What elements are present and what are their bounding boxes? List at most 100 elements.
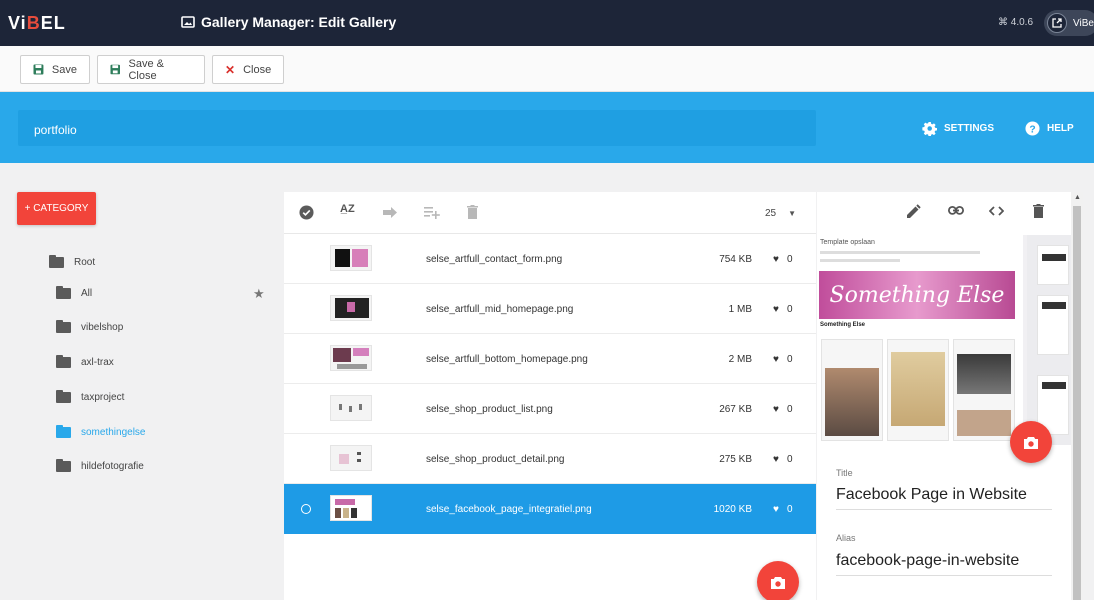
sidebar-item-label: vibelshop bbox=[81, 322, 124, 333]
table-row-selected[interactable]: selse_facebook_page_integratiel.png 1020… bbox=[284, 484, 816, 534]
alias-field[interactable]: facebook-page-in-website bbox=[836, 552, 1052, 576]
likes-count: 0 bbox=[786, 254, 793, 265]
sidebar-item-label: Root bbox=[74, 257, 96, 268]
table-row[interactable]: selse_artfull_contact_form.png 754 KB ♥ 0 bbox=[284, 234, 816, 284]
image-preview: Template opslaan Something Else Somethin… bbox=[817, 235, 1071, 445]
sort-az-icon[interactable]: A̲Z bbox=[340, 203, 355, 215]
upload-photo-button[interactable] bbox=[757, 561, 799, 600]
help-icon: ? bbox=[1025, 121, 1040, 136]
image-thumbnail bbox=[330, 295, 372, 321]
logo[interactable]: ViBEL bbox=[8, 13, 66, 34]
heart-icon: ♥ bbox=[773, 454, 779, 465]
image-thumbnail bbox=[330, 495, 372, 521]
link-icon[interactable] bbox=[948, 206, 964, 215]
preview-banner: Something Else bbox=[819, 271, 1015, 319]
delete-icon[interactable] bbox=[1033, 204, 1044, 218]
per-page-value: 25 bbox=[765, 208, 777, 219]
folder-icon bbox=[56, 286, 71, 299]
code-icon[interactable] bbox=[989, 206, 1004, 216]
image-list-panel: A̲Z 25 ▼ selse_artfull_contact_form.png 7… bbox=[284, 192, 816, 600]
close-button[interactable]: ✕ Close bbox=[212, 55, 284, 84]
sidebar-item-vibelshop[interactable]: vibelshop bbox=[56, 320, 124, 333]
likes-count: 0 bbox=[786, 504, 793, 515]
replace-photo-button[interactable] bbox=[1010, 421, 1052, 463]
table-row[interactable]: selse_shop_product_detail.png 275 KB ♥ 0 bbox=[284, 434, 816, 484]
playlist-add-icon[interactable] bbox=[424, 206, 440, 219]
delete-icon[interactable] bbox=[467, 205, 478, 219]
svg-text:?: ? bbox=[1029, 124, 1035, 135]
file-name: selse_facebook_page_integratiel.png bbox=[426, 504, 592, 515]
image-thumbnail bbox=[330, 245, 372, 271]
version-label: ⌘ 4.0.6 bbox=[998, 17, 1034, 28]
file-name: selse_artfull_mid_homepage.png bbox=[426, 304, 574, 315]
settings-button[interactable]: SETTINGS bbox=[922, 121, 994, 136]
sidebar-item-hildefotografie[interactable]: hildefotografie bbox=[56, 459, 144, 472]
folder-icon bbox=[56, 320, 71, 333]
title-label: Title bbox=[836, 468, 853, 478]
floppy-icon bbox=[110, 64, 121, 75]
file-size: 267 KB bbox=[719, 404, 752, 415]
check-circle-icon[interactable] bbox=[299, 205, 314, 220]
preview-banner-text: Something Else bbox=[829, 282, 1005, 308]
help-label: HELP bbox=[1047, 123, 1074, 134]
save-close-button[interactable]: Save & Close bbox=[97, 55, 205, 84]
likes: ♥ 0 bbox=[773, 304, 793, 315]
title-field[interactable]: Facebook Page in Website bbox=[836, 486, 1052, 510]
folder-icon bbox=[49, 255, 64, 268]
sidebar-item-axl-trax[interactable]: axl-trax bbox=[56, 355, 114, 368]
heart-icon: ♥ bbox=[773, 254, 779, 265]
external-link-icon bbox=[1047, 13, 1067, 33]
close-label: Close bbox=[243, 63, 272, 76]
per-page-select[interactable]: 25 ▼ bbox=[765, 208, 796, 219]
likes-count: 0 bbox=[786, 454, 793, 465]
add-category-button[interactable]: + CATEGORY bbox=[17, 192, 96, 225]
scrollbar[interactable]: ▲ bbox=[1071, 192, 1083, 600]
camera-icon bbox=[1024, 436, 1038, 449]
scroll-up-icon[interactable]: ▲ bbox=[1074, 194, 1081, 201]
edit-icon[interactable] bbox=[907, 204, 921, 218]
sidebar-item-label: taxproject bbox=[81, 392, 125, 403]
camera-icon bbox=[771, 576, 785, 589]
heart-icon: ♥ bbox=[773, 404, 779, 415]
move-icon[interactable] bbox=[383, 207, 397, 218]
table-row[interactable]: selse_artfull_bottom_homepage.png 2 MB ♥… bbox=[284, 334, 816, 384]
row-select-radio[interactable] bbox=[301, 504, 311, 514]
user-name: ViBel bbox=[1073, 17, 1094, 29]
heart-icon: ♥ bbox=[773, 304, 779, 315]
folder-icon bbox=[56, 459, 71, 472]
likes-count: 0 bbox=[786, 304, 793, 315]
sidebar-item-label: All bbox=[81, 288, 93, 299]
likes: ♥ 0 bbox=[773, 354, 793, 365]
gallery-name-input[interactable]: portfolio bbox=[18, 110, 816, 146]
scrollbar-thumb[interactable] bbox=[1073, 206, 1081, 600]
alias-label: Alias bbox=[836, 533, 856, 543]
file-size: 1020 KB bbox=[713, 504, 752, 515]
sidebar-item-label: hildefotografie bbox=[81, 461, 144, 472]
preview-heading: Template opslaan bbox=[820, 239, 875, 246]
detail-toolbar bbox=[817, 192, 1071, 234]
folder-icon bbox=[56, 390, 71, 403]
user-menu[interactable]: ViBel bbox=[1044, 10, 1094, 36]
action-toolbar: Save Save & Close ✕ Close bbox=[0, 46, 1094, 92]
file-size: 754 KB bbox=[719, 254, 752, 265]
likes: ♥ 0 bbox=[773, 404, 793, 415]
likes-count: 0 bbox=[786, 404, 793, 415]
table-row[interactable]: selse_shop_product_list.png 267 KB ♥ 0 bbox=[284, 384, 816, 434]
file-name: selse_shop_product_detail.png bbox=[426, 454, 565, 465]
sidebar-item-taxproject[interactable]: taxproject bbox=[56, 390, 125, 403]
file-name: selse_artfull_contact_form.png bbox=[426, 254, 563, 265]
list-toolbar: A̲Z 25 ▼ bbox=[284, 192, 816, 234]
page-title-text: Gallery Manager: Edit Gallery bbox=[201, 14, 397, 30]
image-icon bbox=[181, 16, 195, 28]
folder-icon bbox=[56, 425, 71, 438]
sidebar-item-somethingelse[interactable]: somethingelse bbox=[56, 425, 145, 438]
sidebar-item-root[interactable]: Root bbox=[49, 255, 96, 268]
gear-icon bbox=[922, 121, 937, 136]
star-icon[interactable]: ★ bbox=[253, 286, 265, 302]
help-button[interactable]: ? HELP bbox=[1025, 121, 1074, 136]
table-row[interactable]: selse_artfull_mid_homepage.png 1 MB ♥ 0 bbox=[284, 284, 816, 334]
sidebar-item-all[interactable]: All bbox=[56, 286, 93, 299]
save-button[interactable]: Save bbox=[20, 55, 90, 84]
floppy-icon bbox=[33, 64, 44, 75]
settings-label: SETTINGS bbox=[944, 123, 995, 134]
